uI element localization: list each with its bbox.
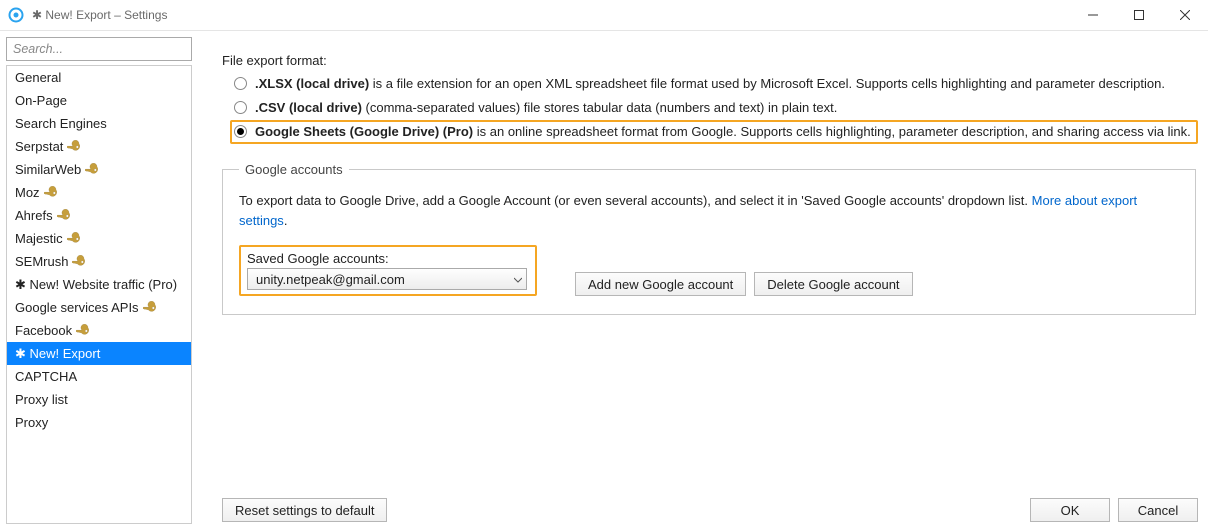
- sidebar-nav: General On-Page Search Engines Serpstat Simi…: [6, 65, 192, 524]
- search-placeholder: Search...: [13, 42, 63, 56]
- sidebar-item-label: Serpstat: [15, 139, 63, 154]
- key-icon: [67, 232, 81, 246]
- ok-button[interactable]: OK: [1030, 498, 1110, 522]
- sidebar-item-label: SEMrush: [15, 254, 68, 269]
- sidebar-item-label: Majestic: [15, 231, 63, 246]
- sidebar-item-label: Facebook: [15, 323, 72, 338]
- sidebar-item[interactable]: On-Page: [7, 89, 191, 112]
- sidebar-item[interactable]: General: [7, 66, 191, 89]
- key-icon: [72, 255, 86, 269]
- sidebar-item-label: ✱ New! Website traffic (Pro): [15, 277, 177, 292]
- sidebar-item[interactable]: Google services APIs: [7, 296, 191, 319]
- format-option-text: Google Sheets (Google Drive) (Pro) is an…: [255, 123, 1191, 141]
- format-option-text: .CSV (local drive) (comma-separated valu…: [255, 99, 837, 117]
- window-title: ✱ New! Export – Settings: [32, 8, 167, 22]
- key-icon: [143, 301, 157, 315]
- minimize-button[interactable]: [1070, 0, 1116, 30]
- key-icon: [44, 186, 58, 200]
- sidebar-item[interactable]: SimilarWeb: [7, 158, 191, 181]
- titlebar: ✱ New! Export – Settings: [0, 0, 1208, 31]
- sidebar-item-label: On-Page: [15, 93, 67, 108]
- accounts-legend: Google accounts: [239, 162, 349, 177]
- format-option[interactable]: .XLSX (local drive) is a file extension …: [230, 72, 1198, 96]
- sidebar-item[interactable]: Majestic: [7, 227, 191, 250]
- sidebar-item[interactable]: Facebook: [7, 319, 191, 342]
- saved-accounts-value: unity.netpeak@gmail.com: [256, 272, 405, 287]
- key-icon: [76, 324, 90, 338]
- sidebar-item-label: General: [15, 70, 61, 85]
- saved-accounts-label: Saved Google accounts:: [247, 251, 529, 266]
- sidebar-item-label: ✱ New! Export: [15, 346, 100, 361]
- delete-account-button[interactable]: Delete Google account: [754, 272, 912, 296]
- accounts-hint: To export data to Google Drive, add a Go…: [239, 191, 1179, 231]
- chevron-down-icon: [514, 272, 522, 287]
- sidebar-item-label: Search Engines: [15, 116, 107, 131]
- reset-button[interactable]: Reset settings to default: [222, 498, 387, 522]
- sidebar-item-label: CAPTCHA: [15, 369, 77, 384]
- sidebar-item[interactable]: ✱ New! Website traffic (Pro): [7, 273, 191, 296]
- sidebar-item-label: Google services APIs: [15, 300, 139, 315]
- main-panel: File export format: .XLSX (local drive) …: [196, 31, 1208, 529]
- sidebar-item[interactable]: Search Engines: [7, 112, 191, 135]
- sidebar-item[interactable]: Proxy: [7, 411, 191, 434]
- footer: Reset settings to default OK Cancel: [222, 498, 1198, 522]
- radio-icon: [234, 101, 247, 114]
- format-option[interactable]: Google Sheets (Google Drive) (Pro) is an…: [230, 120, 1198, 144]
- radio-icon: [234, 77, 247, 90]
- sidebar-item[interactable]: Proxy list: [7, 388, 191, 411]
- key-icon: [67, 140, 81, 154]
- saved-accounts-block: Saved Google accounts: unity.netpeak@gma…: [239, 245, 537, 296]
- radio-icon: [234, 125, 247, 138]
- accounts-hint-prefix: To export data to Google Drive, add a Go…: [239, 193, 1032, 208]
- format-radio-group: .XLSX (local drive) is a file extension …: [230, 72, 1198, 144]
- saved-accounts-dropdown[interactable]: unity.netpeak@gmail.com: [247, 268, 527, 290]
- sidebar-item-label: Moz: [15, 185, 40, 200]
- format-label: File export format:: [222, 53, 1198, 68]
- sidebar-item-label: Proxy list: [15, 392, 68, 407]
- accounts-hint-suffix: .: [284, 213, 288, 228]
- search-input[interactable]: Search...: [6, 37, 192, 61]
- sidebar-item[interactable]: CAPTCHA: [7, 365, 191, 388]
- sidebar-item[interactable]: Ahrefs: [7, 204, 191, 227]
- close-button[interactable]: [1162, 0, 1208, 30]
- key-icon: [57, 209, 71, 223]
- format-option[interactable]: .CSV (local drive) (comma-separated valu…: [230, 96, 1198, 120]
- sidebar-item[interactable]: Moz: [7, 181, 191, 204]
- sidebar-item-label: Proxy: [15, 415, 48, 430]
- sidebar-item-label: SimilarWeb: [15, 162, 81, 177]
- app-icon: [8, 7, 24, 23]
- key-icon: [85, 163, 99, 177]
- sidebar-item[interactable]: SEMrush: [7, 250, 191, 273]
- sidebar-item[interactable]: ✱ New! Export: [7, 342, 191, 365]
- google-accounts-fieldset: Google accounts To export data to Google…: [222, 162, 1196, 315]
- sidebar-item[interactable]: Serpstat: [7, 135, 191, 158]
- maximize-button[interactable]: [1116, 0, 1162, 30]
- format-option-text: .XLSX (local drive) is a file extension …: [255, 75, 1165, 93]
- add-account-button[interactable]: Add new Google account: [575, 272, 746, 296]
- sidebar: Search... General On-Page Search Engines Se…: [0, 31, 196, 529]
- sidebar-item-label: Ahrefs: [15, 208, 53, 223]
- cancel-button[interactable]: Cancel: [1118, 498, 1198, 522]
